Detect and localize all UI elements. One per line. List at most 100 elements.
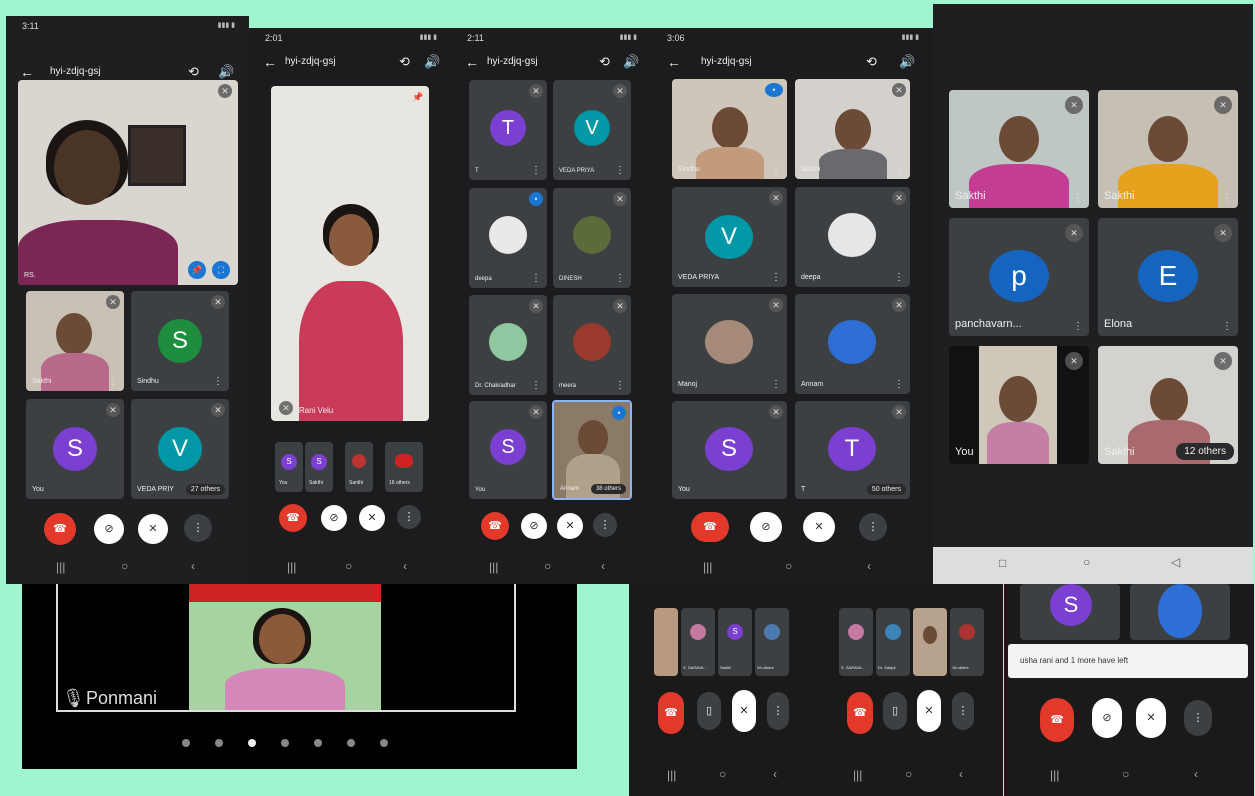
camera-off-button[interactable]: ⊘ [94,514,124,544]
more-icon[interactable]: ⋮ [1222,321,1232,332]
camera-off-button[interactable]: ⊘ [750,512,782,542]
end-call-button[interactable]: ☎ [1040,698,1074,742]
thumb-tile[interactable]: 26 others [755,608,789,676]
recent-apps-icon[interactable]: ||| [667,768,676,782]
participant-tile[interactable]: p panchavarn... ⋮ ✕ [949,218,1089,336]
participant-tile[interactable]: T T ⋮ ✕ [469,80,547,180]
more-icon[interactable]: ⋮ [894,164,904,175]
thumb-tile[interactable]: S Sakthi [718,608,752,676]
participant-tile[interactable]: S Sindhu ⋮ ✕ [131,291,229,391]
thumb-tile[interactable]: S. SARAVA... [839,608,873,676]
thumb-tile[interactable]: 16 others [385,442,423,492]
recent-apps-icon[interactable]: ||| [287,560,296,574]
thumb-tile[interactable]: 18 others [950,608,984,676]
presenter-video[interactable] [189,584,381,710]
others-count[interactable]: 12 others [1176,443,1234,460]
more-options-button[interactable]: ⋮ [952,692,974,730]
thumb-tile[interactable]: Santhi [345,442,373,492]
participant-tile[interactable]: S You ✕ [469,401,547,499]
more-icon[interactable]: ⋮ [531,165,541,176]
more-icon[interactable]: ⋮ [894,379,904,390]
switch-camera-icon[interactable]: ⟲ [188,64,199,80]
meeting-code[interactable]: hyi-zdjq-gsj [285,56,336,67]
recent-apps-icon[interactable]: ||| [489,560,498,574]
participant-tile[interactable]: deepa ⋮ ✕ [795,187,910,287]
camera-off-button[interactable]: ⊘ [1092,698,1122,738]
participant-tile[interactable]: Sakthi ⋮ ✕ [26,291,124,391]
thumb-tile[interactable]: Dr. Sanjul [876,608,910,676]
switch-camera-icon[interactable]: ⟲ [866,54,877,70]
thumb-tile[interactable] [654,608,678,676]
switch-camera-icon[interactable]: ⟲ [599,54,610,70]
main-video-tile[interactable]: Rani Velu ✕ 📌 [271,86,429,421]
participant-tile[interactable]: Manoj ⋮ ✕ [672,294,787,394]
mic-off-button[interactable]: ✕ [557,513,583,539]
more-icon[interactable]: ⋮ [1222,193,1232,204]
more-icon[interactable]: ⋮ [615,380,625,391]
recent-apps-icon[interactable]: ||| [1050,768,1059,782]
mic-off-button[interactable]: ✕ [359,505,385,531]
camera-button[interactable]: ▯ [883,692,907,730]
more-icon[interactable]: ⋮ [531,273,541,284]
mic-off-button[interactable]: ✕ [803,512,835,542]
main-video-tile[interactable]: RS. ✕ 📌 ⛶ [18,80,238,285]
participant-tile[interactable]: S You ✕ [26,399,124,499]
end-call-button[interactable]: ☎ [279,504,307,532]
home-icon[interactable]: ○ [1083,555,1090,569]
back-nav-icon[interactable]: ◁ [1171,555,1180,569]
recent-apps-icon[interactable]: ||| [56,560,65,574]
home-icon[interactable]: ○ [719,767,726,781]
back-arrow-icon[interactable]: ← [263,54,277,70]
end-call-button[interactable]: ☎ [658,692,684,734]
camera-off-button[interactable]: ⊘ [321,505,347,531]
participant-tile[interactable]: DINESH ⋮ ✕ [553,188,631,288]
pin-icon[interactable]: 📌 [411,90,425,104]
mic-off-button[interactable]: ✕ [1136,698,1166,738]
participant-tile[interactable]: Sakthi ⋮ ✕ [795,79,910,179]
more-options-button[interactable]: ⋮ [767,692,789,730]
participant-tile[interactable]: You ✕ [949,346,1089,464]
recent-apps-icon[interactable]: ||| [703,560,712,574]
thumb-tile[interactable] [913,608,947,676]
participant-tile[interactable]: E Elona ⋮ ✕ [1098,218,1238,336]
participant-tile[interactable]: S You ✕ [672,401,787,499]
participant-tile[interactable]: Annam 38 others • [552,400,632,500]
end-call-button[interactable]: ☎ [847,692,873,734]
participant-tile[interactable]: S [1020,584,1120,640]
participant-tile[interactable]: deepa ⋮ • [469,188,547,288]
back-arrow-icon[interactable]: ← [465,54,479,70]
more-icon[interactable]: ⋮ [771,379,781,390]
home-icon[interactable]: ○ [1122,767,1129,781]
meeting-code[interactable]: hyi-zdjq-gsj [487,56,538,67]
home-icon[interactable]: ○ [345,559,352,573]
participant-tile[interactable]: Annam ⋮ ✕ [795,294,910,394]
speaker-icon[interactable]: 🔊 [218,64,234,80]
participant-tile[interactable]: Dr. Chakradhar ⋮ ✕ [469,295,547,395]
back-arrow-icon[interactable]: ← [667,54,681,70]
more-icon[interactable]: ⋮ [108,376,118,387]
back-arrow-icon[interactable]: ← [20,64,34,80]
more-icon[interactable]: ⋮ [771,164,781,175]
recent-apps-icon[interactable]: ||| [853,768,862,782]
back-nav-icon[interactable]: ‹ [1194,767,1198,781]
switch-camera-icon[interactable]: ⟲ [399,54,410,70]
more-options-button[interactable]: ⋮ [1184,700,1212,736]
back-nav-icon[interactable]: ‹ [773,767,777,781]
others-count[interactable]: 38 others [590,484,626,494]
participant-tile[interactable]: meera ⋮ ✕ [553,295,631,395]
home-icon[interactable]: ○ [544,559,551,573]
back-nav-icon[interactable]: ‹ [403,559,407,573]
more-options-button[interactable]: ⋮ [397,505,421,529]
speaker-icon[interactable]: 🔊 [424,54,440,70]
end-call-button[interactable]: ☎ [44,513,76,545]
participant-tile[interactable]: Sindhu ⋮ • [672,79,787,179]
more-icon[interactable]: ⋮ [1073,193,1083,204]
participant-tile[interactable]: T T 50 others ✕ [795,401,910,499]
end-call-button[interactable]: ☎ [481,512,509,540]
speaker-icon[interactable]: 🔊 [899,54,915,70]
participant-tile[interactable]: V VEDA PRIYA ⋮ ✕ [672,187,787,287]
more-options-button[interactable]: ⋮ [859,513,887,541]
more-icon[interactable]: ⋮ [213,376,223,387]
thumb-tile[interactable]: S Sakthi [305,442,333,492]
home-icon[interactable]: ○ [905,767,912,781]
